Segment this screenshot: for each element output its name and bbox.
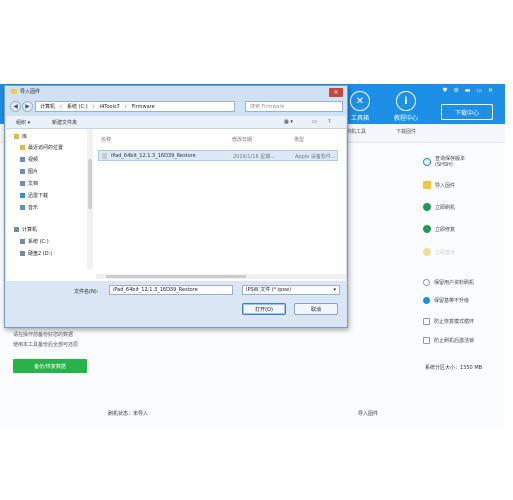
- nav-recent[interactable]: 最近访问的位置: [20, 144, 63, 151]
- opt-anti-recovery[interactable]: 防止恢复模式循环: [423, 318, 474, 325]
- file-row[interactable]: iPad_64bit_12.1.3_16D39_Restore 2019/1/1…: [98, 150, 338, 161]
- backup-note-1: 请在操作前备份好您的数据: [13, 332, 74, 338]
- window-controls[interactable]: ♥ ⚙ ▬ ▭ ✕: [442, 87, 495, 94]
- back-button[interactable]: ◀: [10, 101, 21, 112]
- organize-button[interactable]: 组织 ▾: [16, 119, 30, 126]
- partition-size: 系统分区大小：1350 MB: [425, 365, 483, 371]
- checkbox-full-wipe[interactable]: [423, 337, 430, 344]
- picture-icon: [20, 169, 25, 174]
- dialog-title-bar: 导入固件: [11, 88, 40, 95]
- nav-pictures[interactable]: 图片: [20, 168, 38, 175]
- breadcrumb-firmware[interactable]: Firmware: [132, 104, 155, 110]
- nav-scrollbar[interactable]: [87, 129, 93, 269]
- activate-icon: [423, 248, 431, 256]
- video-icon: [20, 157, 25, 162]
- download-icon: [20, 193, 25, 198]
- cancel-button[interactable]: 取消: [294, 303, 338, 315]
- library-icon: [14, 134, 19, 139]
- filename-input[interactable]: iPad_64bit_12.1.3_16D39_Restore: [109, 285, 233, 295]
- recent-icon: [20, 145, 25, 150]
- address-bar[interactable]: 计算机 › 系统 (C:) › i4Tools7 › Firmware: [35, 101, 235, 112]
- info-icon: i: [396, 91, 416, 111]
- checkbox-anti-recovery[interactable]: [423, 318, 430, 325]
- nav-documents[interactable]: 文档: [20, 180, 38, 187]
- repair-item[interactable]: 立即修复: [423, 225, 455, 233]
- tab-flash-tools[interactable]: 刷机工具: [346, 128, 366, 135]
- nav-videos[interactable]: 视频: [20, 156, 38, 163]
- dialog-toolbar: 组织 ▾ 新建文件夹 ▦ ▾ ▭ ?: [6, 116, 346, 129]
- toolbox-icon: ✕: [350, 91, 370, 111]
- import-firmware-dialog: 导入固件 ✕ ◀ ▶ 计算机 › 系统 (C:) › i4Tools7 › Firmw…: [4, 85, 348, 328]
- import-status: 导入固件: [358, 411, 379, 417]
- activate-item[interactable]: 立即激活: [423, 248, 455, 256]
- backup-restore-button[interactable]: 备份/恢复数据: [13, 359, 87, 373]
- query-icon: [423, 157, 431, 166]
- breadcrumb-system-c[interactable]: 系统 (C:): [67, 103, 88, 110]
- computer-icon: [14, 227, 19, 232]
- import-firmware-item[interactable]: 导入固件: [423, 181, 455, 189]
- breadcrumb-computer[interactable]: 计算机: [40, 103, 55, 110]
- open-button[interactable]: 打开(O): [242, 303, 286, 315]
- forward-button[interactable]: ▶: [22, 101, 33, 112]
- file-hscrollbar[interactable]: [96, 274, 346, 279]
- opt-full-wipe[interactable]: 防止刷机后激活锁: [423, 337, 474, 344]
- nav-music[interactable]: 音乐: [20, 204, 38, 211]
- nav-xunlei[interactable]: 迅雷下载: [20, 192, 48, 199]
- tab-download-firmware[interactable]: 下载固件: [396, 128, 416, 135]
- radio-keep-data[interactable]: [423, 279, 430, 286]
- nav-drive-d[interactable]: 硬盘2 (D:): [20, 250, 52, 257]
- navigation-pane: 库 最近访问的位置 视频 图片 文档 迅雷下载 音乐 计算机 系统 (C:) 硬…: [6, 129, 86, 279]
- flash-now-item[interactable]: 立即刷机: [423, 203, 455, 211]
- opt-fix-restore[interactable]: 保留基带不升级: [423, 297, 469, 304]
- opt-keep-data[interactable]: 保留用户资料刷机: [423, 279, 474, 286]
- filename-label: 文件名(N):: [74, 289, 99, 295]
- column-name[interactable]: 名称: [101, 136, 111, 143]
- help-icon[interactable]: ?: [328, 119, 331, 125]
- download-center-button[interactable]: 下载中心: [441, 104, 493, 120]
- repair-icon: [423, 225, 431, 233]
- close-button[interactable]: ✕: [329, 88, 343, 97]
- breadcrumb-i4tools7[interactable]: i4Tools7: [100, 104, 120, 110]
- chevron-down-icon: ▾: [333, 287, 336, 293]
- nav-drive-c[interactable]: 系统 (C:): [20, 238, 49, 245]
- document-icon: [20, 181, 25, 186]
- folder-icon: [423, 181, 431, 189]
- file-icon: [102, 153, 107, 159]
- flash-status: 刷机状态：未导入: [108, 411, 149, 417]
- nav-libraries[interactable]: 库: [14, 133, 27, 140]
- view-options-icon[interactable]: ▦ ▾: [284, 119, 293, 125]
- file-type-select[interactable]: IPSW 文件 (*.ipsw) ▾: [242, 285, 340, 295]
- arrow-right-icon: ▶: [25, 103, 30, 110]
- backup-note-2: 使用本工具备份后全部可还原: [13, 342, 79, 348]
- tutorial-button[interactable]: i 教程中心: [386, 91, 426, 122]
- music-icon: [20, 205, 25, 210]
- column-date[interactable]: 修改日期: [232, 136, 252, 143]
- radio-fix-restore[interactable]: [423, 297, 430, 304]
- drive-icon: [20, 251, 25, 256]
- drive-icon: [20, 239, 25, 244]
- preview-pane-icon[interactable]: ▭: [312, 119, 317, 125]
- folder-icon: [11, 89, 17, 94]
- query-shsh-item[interactable]: 查询保存版本 (SHSH): [423, 155, 465, 168]
- dialog-footer: 文件名(N): iPad_64bit_12.1.3_16D39_Restore …: [6, 281, 346, 326]
- column-type[interactable]: 类型: [294, 136, 304, 143]
- arrow-left-icon: ◀: [13, 103, 18, 110]
- new-folder-button[interactable]: 新建文件夹: [52, 119, 77, 126]
- flash-icon: [423, 203, 431, 211]
- search-input[interactable]: 搜索 Firmware: [245, 101, 343, 112]
- nav-computer[interactable]: 计算机: [14, 226, 37, 233]
